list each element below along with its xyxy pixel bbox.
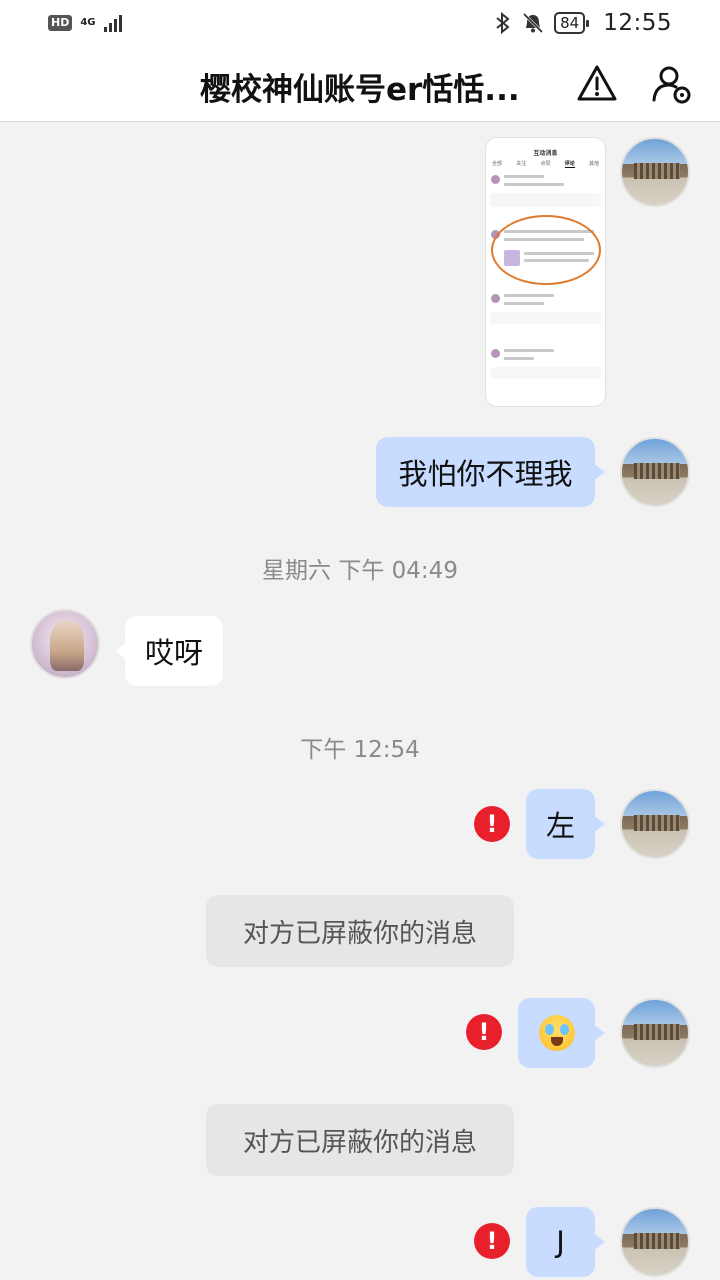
crying-face-emoji-icon [538, 1015, 575, 1051]
user-settings-icon[interactable] [650, 62, 694, 106]
battery-icon: 84 [554, 12, 590, 34]
message-bubble[interactable]: 我怕你不理我 [376, 437, 605, 507]
message-text: 哎呀 [144, 636, 203, 670]
contact-avatar[interactable] [30, 609, 100, 679]
my-avatar[interactable] [620, 1207, 690, 1277]
my-avatar[interactable] [620, 998, 690, 1068]
status-bar: HD 4G 84 12:55 [0, 0, 720, 46]
signal-icon [103, 14, 122, 32]
my-avatar[interactable] [620, 137, 690, 207]
send-failed-icon[interactable]: ! [474, 1223, 510, 1259]
image-message[interactable]: 互动消息 全部 关注 点赞 评论 其他 [485, 137, 606, 407]
hd-badge: HD [48, 15, 73, 31]
timestamp: 星期六 下午 04:49 [262, 558, 458, 584]
emoji-message-bubble[interactable] [518, 998, 605, 1068]
send-failed-icon[interactable]: ! [474, 806, 510, 842]
thumb-title: 互动消息 [533, 150, 558, 157]
clock: 12:55 [603, 10, 672, 36]
chat-title[interactable]: 樱校神仙账号er恬恬... [200, 64, 530, 109]
message-bubble[interactable]: 哎呀 [115, 616, 223, 686]
notice-text: 对方已屏蔽你的消息 [242, 918, 477, 949]
notice-text: 对方已屏蔽你的消息 [242, 1127, 477, 1158]
my-avatar[interactable] [620, 437, 690, 507]
network-type: 4G [80, 17, 96, 28]
message-text: 左 [545, 809, 575, 843]
message-text: J [556, 1225, 565, 1259]
message-bubble[interactable]: J [526, 1207, 605, 1277]
timestamp: 下午 12:54 [300, 737, 420, 763]
chat-header: 樱校神仙账号er恬恬... [0, 46, 720, 122]
mute-bell-icon [523, 12, 544, 34]
message-bubble[interactable]: 左 [526, 789, 605, 859]
blocked-notice: 对方已屏蔽你的消息 [206, 895, 514, 967]
warning-triangle-icon[interactable] [575, 62, 619, 106]
thumb-tabs: 全部 关注 点赞 评论 其他 [492, 161, 599, 168]
my-avatar[interactable] [620, 789, 690, 859]
bluetooth-icon [496, 12, 510, 34]
send-failed-icon[interactable]: ! [466, 1014, 502, 1050]
message-text: 我怕你不理我 [398, 457, 573, 491]
blocked-notice: 对方已屏蔽你的消息 [206, 1104, 514, 1176]
